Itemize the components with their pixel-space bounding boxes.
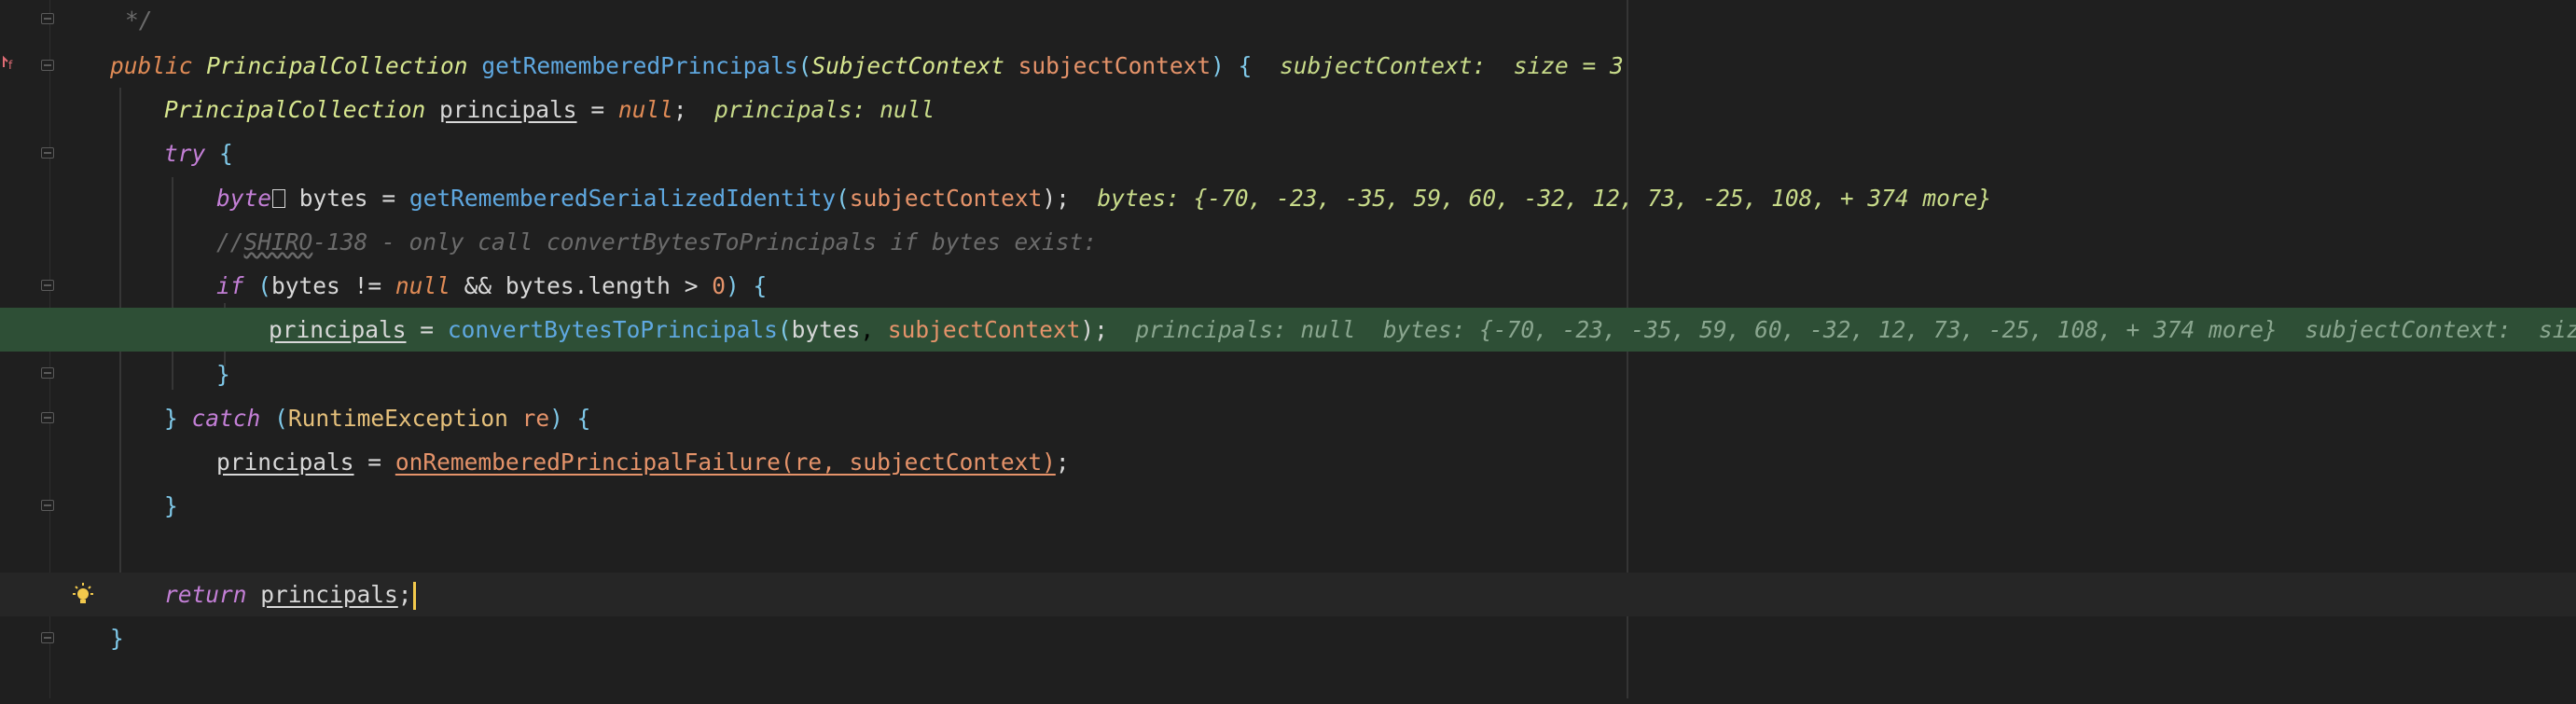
variable: principals: [216, 449, 354, 476]
brace: {: [1238, 52, 1253, 79]
code-line: if (bytes != null && bytes.length > 0) {: [0, 264, 2576, 308]
statement: PrincipalCollection principals = null; p…: [164, 88, 935, 131]
code-line: return principals;: [0, 573, 2576, 616]
statement: principals = convertBytesToPrincipals(by…: [269, 308, 2576, 352]
code-line: */: [0, 0, 2576, 42]
close-paren: );: [1042, 185, 1070, 212]
semicolon: ;: [397, 581, 412, 608]
keyword: try: [164, 140, 206, 167]
brace: }: [110, 625, 124, 652]
operator: &&: [464, 272, 492, 299]
code-line: public PrincipalCollection getRemembered…: [0, 44, 2576, 88]
code-line: }: [0, 616, 2576, 660]
brace: {: [219, 140, 233, 167]
brace: }: [164, 405, 178, 432]
variable: principals: [439, 96, 577, 123]
return-type: PrincipalCollection: [206, 52, 468, 79]
inline-debug-value: principals: null bytes: {-70, -23, -35, …: [1135, 316, 2576, 343]
brace: }: [164, 492, 178, 519]
method-call[interactable]: getRememberedSerializedIdentity: [409, 185, 836, 212]
inline-debug-value: bytes: {-70, -23, -35, 59, 60, -32, 12, …: [1097, 185, 1992, 212]
keyword: return: [164, 581, 247, 608]
brace: }: [216, 361, 230, 388]
method-call[interactable]: convertBytesToPrincipals: [448, 316, 778, 343]
operator: >: [684, 272, 699, 299]
argument: bytes: [791, 316, 861, 343]
keyword: catch: [191, 405, 261, 432]
semicolon: ;: [1055, 449, 1070, 476]
comment-end: */: [125, 7, 153, 34]
operator: =: [367, 449, 382, 476]
code-line: principals = convertBytesToPrincipals(by…: [0, 308, 2576, 352]
type: PrincipalCollection: [164, 96, 426, 123]
keyword: public: [110, 52, 193, 79]
variable: principals: [269, 316, 407, 343]
operator: =: [420, 316, 435, 343]
keyword: if: [216, 272, 244, 299]
code-line: principals = onRememberedPrincipalFailur…: [0, 440, 2576, 484]
inline-debug-value: principals: null: [714, 96, 935, 123]
operator: =: [590, 96, 605, 123]
try-statement: try {: [164, 131, 233, 175]
array-brackets: [272, 189, 286, 208]
method-call[interactable]: onRememberedPrincipalFailure(re, subject…: [395, 449, 1056, 476]
statement: byte bytes = getRememberedSerializedIden…: [216, 185, 1992, 212]
variable: bytes: [271, 272, 340, 299]
comment-text: -138 - only call convertBytesToPrincipal…: [312, 228, 1098, 255]
text-caret: [412, 582, 416, 610]
argument: subjectContext: [849, 185, 1043, 212]
type: byte: [216, 185, 272, 212]
if-statement: if (bytes != null && bytes.length > 0) {: [216, 272, 768, 299]
null-literal: null: [617, 96, 673, 123]
brace: {: [576, 405, 591, 432]
close-paren: );: [1080, 316, 1108, 343]
argument: subjectContext: [887, 316, 1081, 343]
code-line: //SHIRO-138 - only call convertBytesToPr…: [0, 220, 2576, 264]
code-line: try {: [0, 131, 2576, 175]
line-comment: //SHIRO-138 - only call convertBytesToPr…: [216, 220, 1097, 264]
statement: principals = onRememberedPrincipalFailur…: [216, 440, 1070, 484]
semicolon: ;: [672, 96, 687, 123]
comment-prefix: //: [216, 228, 244, 255]
param-type: SubjectContext: [811, 52, 1004, 79]
exception-type: RuntimeException: [287, 405, 508, 432]
exception-variable: re: [521, 405, 550, 432]
field-access: bytes.length: [505, 272, 671, 299]
code-line: }: [0, 484, 2576, 528]
code-line: PrincipalCollection principals = null; p…: [0, 88, 2576, 131]
operator: =: [381, 185, 396, 212]
number-literal: 0: [712, 272, 726, 299]
brace: {: [753, 272, 768, 299]
code-line: byte bytes = getRememberedSerializedIden…: [0, 176, 2576, 220]
method-signature: public PrincipalCollection getRemembered…: [110, 52, 1624, 79]
return-statement: return principals;: [164, 573, 416, 616]
operator: !=: [353, 272, 382, 299]
typo-word: SHIRO: [243, 228, 313, 255]
variable: bytes: [298, 185, 368, 212]
code-line: }: [0, 352, 2576, 396]
inline-debug-value: subjectContext: size = 3: [1279, 52, 1624, 79]
code-line: } catch (RuntimeException re) {: [0, 396, 2576, 440]
catch-statement: } catch (RuntimeException re) {: [164, 405, 591, 432]
param-name: subjectContext: [1018, 52, 1212, 79]
variable: principals: [260, 581, 398, 608]
method-name[interactable]: getRememberedPrincipals: [481, 52, 797, 79]
null-literal: null: [395, 272, 450, 299]
